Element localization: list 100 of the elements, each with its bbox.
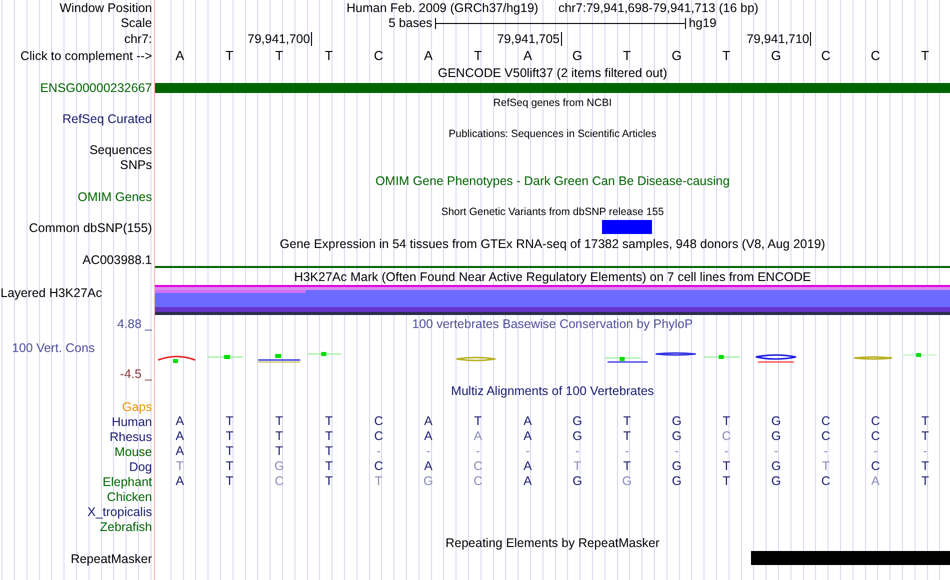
base-letter: T (226, 475, 234, 488)
base-letter: A (424, 415, 432, 428)
base-letter: A (176, 430, 184, 443)
base-letter: T (921, 475, 929, 488)
track-label[interactable]: OMIM Genes (78, 190, 152, 204)
base-letter[interactable]: T (324, 48, 333, 63)
coordinate-label: 79,941,710 (746, 32, 812, 46)
track-label[interactable]: chr7: (124, 32, 152, 46)
base-letter[interactable]: T (275, 48, 284, 63)
base-letter: T (325, 415, 333, 428)
base-letter[interactable]: C (374, 48, 384, 63)
base-letter: A (474, 430, 482, 443)
base-letter[interactable]: G (572, 48, 582, 63)
track-label[interactable]: 100 Vert. Cons (12, 341, 95, 355)
scale-label: 5 bases (388, 16, 432, 30)
coordinate-label: 79,941,705 (497, 32, 562, 46)
track-label[interactable]: Layered H3K27Ac (0, 286, 152, 300)
base-letter: T (921, 415, 929, 428)
base-letter: T (275, 445, 284, 458)
track-label[interactable]: SNPs (120, 158, 152, 172)
base-letter: A (871, 475, 880, 488)
axis-label: -4.5 _ (120, 367, 152, 381)
track-label[interactable]: Scale (120, 16, 152, 30)
base-letter: T (374, 475, 382, 488)
base-letter[interactable]: G (672, 48, 682, 63)
track-label[interactable]: Human (112, 414, 152, 428)
base-letter: G (622, 475, 632, 488)
base-letter[interactable]: C (821, 48, 830, 63)
base-letter: A (176, 475, 184, 488)
base-letter: T (176, 460, 184, 473)
base-letter: T (474, 415, 482, 428)
base-letter: A (523, 460, 532, 473)
base-letter[interactable]: A (176, 48, 184, 63)
base-letter: C (374, 430, 384, 443)
track-label[interactable]: Dog (129, 460, 152, 474)
track-label[interactable]: Click to complement --> (20, 48, 152, 62)
base-letter: T (226, 415, 234, 428)
base-letter: T (921, 430, 929, 443)
gene-bar[interactable] (155, 83, 950, 93)
coordinate-label: 79,941,700 (248, 32, 312, 46)
track-title: Repeating Elements by RepeatMasker (445, 536, 660, 550)
track-label[interactable]: Common dbSNP(155) (29, 220, 152, 234)
track-label[interactable]: Sequences (89, 142, 152, 156)
base-letter[interactable]: C (870, 48, 880, 63)
base-letter: A (176, 415, 184, 428)
gene-line[interactable] (155, 266, 950, 268)
base-letter: G (771, 475, 781, 488)
base-letter: T (226, 430, 234, 443)
track-label[interactable]: AC003988.1 (82, 253, 152, 267)
base-letter: T (325, 430, 333, 443)
track-title: Publications: Sequences in Scientific Articles (448, 128, 656, 140)
base-letter: C (374, 415, 384, 428)
base-letter: T (722, 415, 730, 428)
track-label[interactable]: RefSeq Curated (62, 112, 152, 126)
track-label[interactable]: Mouse (114, 444, 152, 458)
position-text: chr7:79,941,698-79,941,713 (16 bp) (558, 0, 758, 14)
base-letter[interactable]: T (474, 48, 482, 63)
track-label[interactable]: Rhesus (110, 430, 152, 444)
track-label[interactable]: RepeatMasker (70, 552, 152, 566)
base-letter[interactable]: A (424, 48, 433, 63)
track-title: Gene Expression in 54 tissues from GTEx RNA-seq of 17382 samples, 948 donors (V8, Aug 2019) (280, 236, 826, 250)
base-letter: C (274, 475, 284, 488)
track-label[interactable]: Chicken (106, 490, 152, 504)
base-letter: G (572, 415, 582, 428)
base-letter: G (672, 475, 682, 488)
base-letter: C (870, 430, 880, 443)
feature-block[interactable] (751, 551, 950, 565)
base-letter: C (821, 415, 830, 428)
base-letter: A (523, 475, 532, 488)
base-letter[interactable]: T (722, 48, 730, 63)
base-letter: T (574, 460, 582, 473)
base-letter: T (275, 415, 284, 428)
base-letter: T (921, 460, 929, 473)
axis-label: 4.88 _ (117, 317, 152, 331)
base-letter: G (274, 460, 284, 473)
base-letter: - (575, 445, 580, 458)
track-label[interactable]: Window Position (60, 0, 152, 14)
base-letter: - (476, 445, 480, 458)
base-letter: - (923, 445, 928, 458)
base-letter: - (426, 445, 430, 458)
base-letter: G (572, 475, 582, 488)
track-label[interactable]: ENSG00000232667 (40, 81, 152, 95)
track-label[interactable]: Elephant (102, 474, 152, 488)
feature-block[interactable] (602, 220, 652, 234)
track-label[interactable]: X_tropicalis (87, 504, 152, 518)
base-letter[interactable]: G (771, 48, 782, 63)
base-letter: T (325, 445, 333, 458)
base-letter[interactable]: T (226, 48, 234, 63)
track-label[interactable]: Zebrafish (100, 520, 152, 534)
base-letter: G (572, 430, 582, 443)
base-letter: - (824, 445, 828, 458)
base-letter[interactable]: T (623, 48, 631, 63)
base-letter: - (774, 445, 778, 458)
base-letter: G (771, 460, 781, 473)
base-letter[interactable]: A (523, 48, 532, 63)
track-title: Multiz Alignments of 100 Vertebrates (451, 384, 654, 398)
base-letter[interactable]: T (921, 48, 930, 63)
base-letter: - (376, 445, 381, 458)
track-title: OMIM Gene Phenotypes - Dark Green Can Be Disease-causing (375, 174, 730, 188)
base-letter: T (226, 460, 234, 473)
